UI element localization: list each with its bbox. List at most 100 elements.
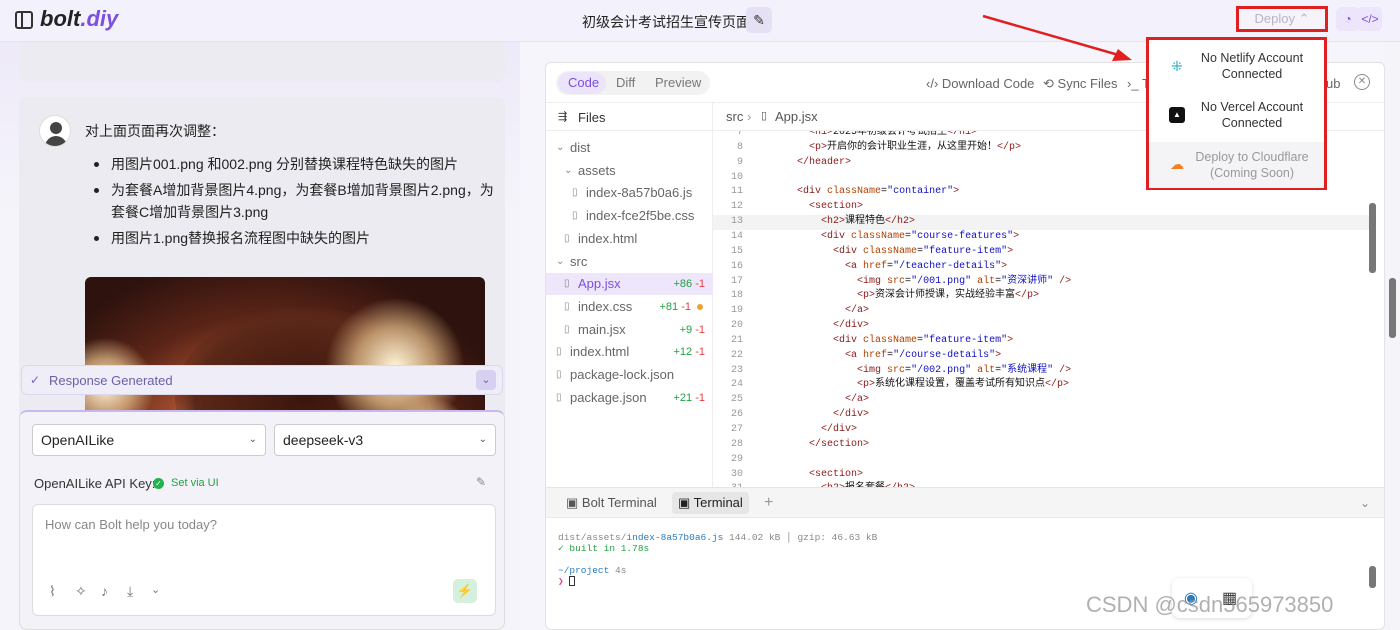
chat-toggle-icon[interactable]: ◔	[1336, 7, 1360, 31]
code-toggle-icon[interactable]: </>	[1358, 7, 1382, 31]
code-line: 17 <img src="/001.png" alt="资深讲师" />	[730, 275, 1072, 287]
code-line: 14 <div className="course-features">	[730, 230, 1020, 242]
api-key-status: Set via UI	[171, 477, 219, 489]
attach-icon[interactable]: ⌇	[49, 583, 56, 600]
chevron-down-icon[interactable]: ⌄	[1354, 492, 1376, 514]
code-line: 27 </div>	[730, 424, 858, 435]
file-item[interactable]: ▯ package-lock.json	[546, 364, 713, 386]
deploy-label: Deploy	[1254, 11, 1295, 26]
file-icon: ▯	[572, 187, 578, 199]
code-line: 19 </a>	[730, 305, 870, 317]
send-button[interactable]: ⚡	[453, 579, 477, 603]
sidebar-toggle-icon[interactable]	[15, 11, 33, 29]
cloudflare-icon: ☁	[1170, 156, 1184, 172]
file-name: main.jsx	[578, 321, 626, 337]
terminal-output[interactable]: dist/assets/index-8a57b0a6.js 144.02 kB …	[558, 532, 877, 587]
folder-item[interactable]: ⌄ src	[546, 251, 713, 273]
edit-api-key-icon[interactable]: ✎	[476, 475, 486, 489]
code-line: 29	[730, 453, 743, 465]
file-name: dist	[570, 140, 591, 155]
tab-bolt-terminal[interactable]: ▣ Bolt Terminal	[560, 492, 663, 514]
import-icon[interactable]: ⤓	[127, 583, 133, 600]
chevron-up-icon: ⌃	[1298, 11, 1310, 26]
code-line: 28 </section>	[730, 438, 870, 450]
prompt-input[interactable]	[33, 505, 495, 575]
file-tree-header: ⇶ Files	[546, 103, 713, 131]
chevron-down-icon: ⌄	[248, 434, 257, 445]
deploy-vercel-item[interactable]: ▲ No Vercel Account Connected	[1149, 93, 1324, 139]
deploy-netlify-item[interactable]: ⁜ No Netlify Account Connected	[1149, 44, 1324, 90]
terminal-scrollbar[interactable]	[1369, 566, 1376, 588]
chevron-down-icon: ⌄	[478, 434, 487, 445]
chevron-down-icon[interactable]: ⌄	[476, 370, 496, 390]
tab-terminal[interactable]: ▣ Terminal	[672, 492, 749, 514]
file-name: index.html	[578, 230, 638, 246]
code-line: 21 <div className="feature-item">	[730, 334, 1014, 346]
tab-code[interactable]: Code	[568, 75, 599, 90]
folder-item[interactable]: ⌄ dist	[546, 137, 713, 159]
file-item[interactable]: ▯ index.html	[546, 228, 713, 250]
diff-stats: +81 -1	[659, 300, 691, 313]
chevron-down-icon: ⌄	[556, 255, 565, 267]
code-line: 15 <div className="feature-item">	[730, 245, 1014, 257]
model-select[interactable]: deepseek-v3 ⌄	[274, 424, 496, 456]
check-icon: ✓	[30, 373, 41, 387]
file-name: src	[570, 253, 588, 269]
diff-stats: +21 -1	[673, 391, 705, 404]
provider-select[interactable]: OpenAILike ⌄	[32, 424, 266, 456]
tab-diff[interactable]: Diff	[616, 75, 635, 90]
microphone-icon[interactable]: ♪	[101, 583, 108, 599]
file-name: index-8a57b0a6.js	[586, 185, 693, 201]
file-item[interactable]: ▯ index-fce2f5be.css	[546, 205, 713, 227]
breadcrumb-folder[interactable]: src	[726, 109, 743, 124]
sync-files-button[interactable]: ⟲ Sync Files	[1043, 76, 1118, 92]
add-terminal-icon[interactable]: +	[758, 492, 779, 514]
file-item[interactable]: ▯ App.jsx +86 -1	[546, 273, 713, 296]
editor-scrollbar[interactable]	[1369, 203, 1376, 273]
file-icon: ▯	[564, 232, 570, 244]
file-item[interactable]: ▯ main.jsx +9 -1	[546, 319, 713, 341]
page-title: 初级会计考试招生宣传页面	[582, 14, 750, 30]
file-icon: ▯	[556, 391, 562, 403]
pencil-icon: ✎	[753, 12, 765, 28]
file-icon: ▯	[572, 210, 578, 222]
file-item[interactable]: ▯ package.json +21 -1	[546, 387, 713, 409]
top-bar: bolt.diy 初级会计考试招生宣传页面 ✎ Deploy ⌃ ◔ </>	[0, 0, 1400, 42]
push-to-github-button[interactable]: ub	[1326, 76, 1340, 91]
file-icon: ▯	[564, 300, 570, 312]
download-code-button[interactable]: ‹/› Download Code	[926, 76, 1034, 91]
breadcrumb-file[interactable]: App.jsx	[775, 109, 818, 124]
code-line: 20 </div>	[730, 320, 870, 332]
code-line: 22 <a href="/course-details">	[730, 349, 1002, 361]
code-line: 25 </a>	[730, 394, 870, 406]
response-status: Response Generated	[49, 373, 173, 388]
sync-icon: ⟲	[1043, 76, 1054, 91]
file-name: index.css	[578, 298, 633, 314]
tab-preview[interactable]: Preview	[655, 75, 701, 90]
file-icon: ▯	[564, 278, 570, 290]
edit-title-button[interactable]: ✎	[746, 7, 772, 33]
file-name: package.json	[570, 389, 647, 405]
app-logo[interactable]: bolt.diy	[40, 6, 118, 32]
list-item: 为套餐A增加背景图片4.png，为套餐B增加背景图片2.png，为套餐C增加背景…	[85, 179, 495, 223]
diff-stats: +9 -1	[679, 323, 705, 336]
response-status-bar[interactable]: ✓ Response Generated ⌄	[21, 365, 503, 395]
page-scrollbar[interactable]	[1389, 278, 1396, 338]
file-icon: ▯	[556, 369, 562, 380]
diff-stats: +12 -1	[673, 346, 705, 359]
code-line: 24 <p>系统化课程设置，覆盖考试所有知识点</p>	[730, 379, 1070, 391]
deploy-menu: ⁜ No Netlify Account Connected ▲ No Verc…	[1146, 37, 1327, 190]
close-icon[interactable]: ✕	[1354, 74, 1370, 90]
file-name: package-lock.json	[570, 367, 675, 382]
file-name: index-fce2f5be.css	[586, 208, 695, 224]
list-item: 用图片1.png替换报名流程图中缺失的图片	[85, 227, 495, 249]
chevron-down-icon: ⌄	[556, 142, 565, 153]
folder-item[interactable]: ⌄ assets	[546, 160, 713, 182]
file-item[interactable]: ▯ index.html +12 -1	[546, 341, 713, 363]
deploy-button[interactable]: Deploy ⌃	[1236, 6, 1328, 32]
chevron-down-icon[interactable]: ⌄	[151, 583, 160, 596]
enhance-prompt-icon[interactable]: ✧	[75, 583, 87, 600]
files-label: Files	[578, 110, 606, 125]
file-item[interactable]: ▯ index.css +81 -1	[546, 296, 713, 318]
file-item[interactable]: ▯ index-8a57b0a6.js	[546, 182, 713, 204]
